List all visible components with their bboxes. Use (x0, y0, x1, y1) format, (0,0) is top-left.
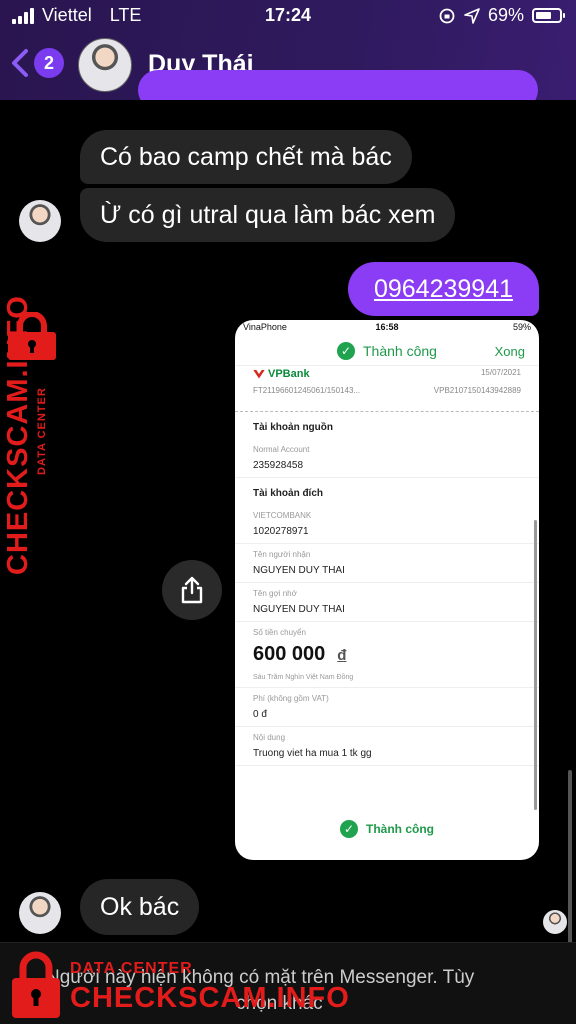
nickname-field: Tên gợi nhớ NGUYEN DUY THAI (235, 583, 539, 622)
receipt-image[interactable]: VinaPhone 16:58 59% ✓ Thành công Xong VP… (235, 320, 539, 860)
receipt-date: 15/07/2021 (480, 368, 521, 377)
receipt-scrollbar (534, 520, 537, 810)
incoming-message[interactable]: Ok bác (80, 879, 200, 935)
check-circle-icon: ✓ (337, 342, 355, 360)
bank-name: VPBank (268, 368, 310, 380)
receipt-done-link: Xong (494, 344, 525, 359)
recipient-label: Tên người nhận (253, 550, 311, 559)
dest-account-title: Tài khoản đích (253, 488, 324, 499)
amount-in-words: Sáu Trăm Nghìn Việt Nam Đồng (253, 674, 354, 681)
watermark-title: CHECKSCAM.INFO (2, 295, 34, 575)
receipt-battery: 59% (512, 322, 531, 332)
receipt-ref-ft: FT21196601245061/150143... (253, 386, 361, 395)
sender-avatar[interactable] (19, 892, 61, 934)
fee-field: Phí (không gồm VAT) 0 đ (235, 688, 539, 727)
amount-field: Số tiền chuyển 600 000 đ Sáu Trăm Nghìn … (235, 622, 539, 688)
dest-bank-label: VIETCOMBANK (253, 511, 312, 520)
vpbank-logo: VPBank (253, 368, 310, 380)
dest-account-value: 1020278971 (253, 526, 309, 537)
amount-label: Số tiền chuyển (253, 628, 306, 637)
receipt-status-bar: VinaPhone 16:58 59% (235, 320, 539, 336)
orientation-lock-icon (439, 8, 455, 23)
receipt-footer-label: Thành công (366, 822, 434, 836)
source-account-title: Tài khoản nguồn (253, 422, 333, 433)
share-button[interactable] (162, 560, 222, 620)
watermark-lock-icon (12, 951, 60, 1018)
content-label: Nội dung (253, 733, 286, 742)
amount-row: 600 000 đ (253, 643, 521, 666)
recipient-value: NGUYEN DUY THAI (253, 565, 345, 576)
source-account-field: Normal Account 235928458 (235, 439, 539, 478)
outgoing-message-phone-link[interactable]: 0964239941 (348, 262, 539, 316)
receipt-footer: ✓ Thành công (235, 820, 539, 838)
receipt-success-title: ✓ Thành công (337, 342, 437, 360)
share-icon (181, 576, 203, 604)
battery-icon (532, 8, 565, 23)
unread-badge: 2 (34, 48, 64, 78)
watermark-title: CHECKSCAM.INFO (70, 982, 350, 1014)
nickname-label: Tên gợi nhớ (253, 589, 297, 598)
contact-avatar[interactable] (78, 38, 132, 92)
status-right: 69% (438, 5, 565, 26)
status-bar: Viettel LTE 17:24 69% (0, 0, 576, 32)
content-field: Nội dung Truong viet ha mua 1 tk gg (235, 727, 539, 766)
nickname-value: NGUYEN DUY THAI (253, 604, 345, 615)
check-circle-icon: ✓ (340, 820, 358, 838)
receipt-clock: 16:58 (375, 322, 399, 332)
incoming-message[interactable]: Có bao camp chết mà bác (80, 130, 412, 184)
receipt-top-bar: ✓ Thành công Xong (235, 336, 539, 366)
chevron-left-icon (12, 49, 28, 77)
content-value: Truong viet ha mua 1 tk gg (253, 748, 372, 759)
fee-label: Phí (không gồm VAT) (253, 694, 329, 703)
amount-value: 600 000 (253, 643, 326, 665)
vpbank-mark-icon (253, 369, 265, 379)
battery-percent: 69% (487, 5, 524, 25)
sender-avatar[interactable] (19, 200, 61, 242)
seen-avatar (543, 910, 567, 934)
source-account-label: Normal Account (253, 445, 310, 454)
watermark-subtitle: DATA CENTER (36, 387, 48, 475)
amount-currency: đ (337, 647, 347, 664)
chat-header: Viettel LTE 17:24 69% 2 Duy Thái (0, 0, 576, 100)
back-button[interactable]: 2 (10, 48, 64, 78)
dest-account-field: VIETCOMBANK 1020278971 (235, 505, 539, 544)
incoming-message[interactable]: Ừ có gì utral qua làm bác xem (80, 188, 456, 242)
fee-value: 0 đ (253, 709, 267, 720)
receipt-ref-vpb: VPB2107150143942889 (433, 386, 521, 395)
recipient-field: Tên người nhận NGUYEN DUY THAI (235, 544, 539, 583)
source-account-value: 235928458 (253, 460, 304, 471)
watermark-subtitle: DATA CENTER (70, 960, 193, 977)
receipt-bank-row: VPBank 15/07/2021 FT21196601245061/15014… (235, 366, 539, 412)
receipt-success-label: Thành công (363, 343, 437, 359)
chat-scrollbar[interactable] (568, 770, 572, 950)
location-arrow-icon (464, 7, 480, 24)
previous-sent-bubble (138, 70, 538, 100)
